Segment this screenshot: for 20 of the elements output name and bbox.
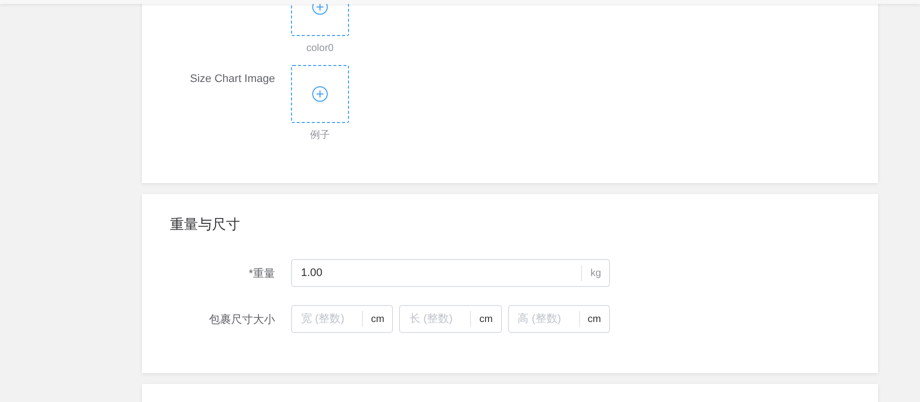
- input-group[interactable]: 长 (整数) cm: [399, 305, 502, 333]
- input-field[interactable]: 长 (整数): [409, 313, 470, 325]
- field-label: 包裹尺寸大小: [209, 314, 275, 326]
- unit-label: cm: [470, 311, 501, 327]
- upload-box[interactable]: [291, 65, 349, 123]
- unit-label: cm: [362, 311, 392, 327]
- unit-label: cm: [578, 311, 609, 327]
- upload-caption: color0: [306, 43, 334, 55]
- field-label: Size Chart Image: [190, 73, 275, 85]
- upload-caption: 例子: [310, 130, 330, 142]
- section-title: 重量与尺寸: [170, 216, 240, 234]
- input-group[interactable]: 1.00 kg: [291, 259, 610, 287]
- field-label: *重量: [248, 268, 275, 280]
- input-field[interactable]: 宽 (整数): [301, 313, 362, 325]
- plus-icon: [312, 86, 328, 102]
- unit-label: kg: [581, 265, 609, 281]
- input-field[interactable]: 1.00: [301, 267, 582, 279]
- input-field[interactable]: 高 (整数): [518, 313, 579, 325]
- input-group[interactable]: 宽 (整数) cm: [291, 305, 394, 333]
- input-group[interactable]: 高 (整数) cm: [508, 305, 610, 333]
